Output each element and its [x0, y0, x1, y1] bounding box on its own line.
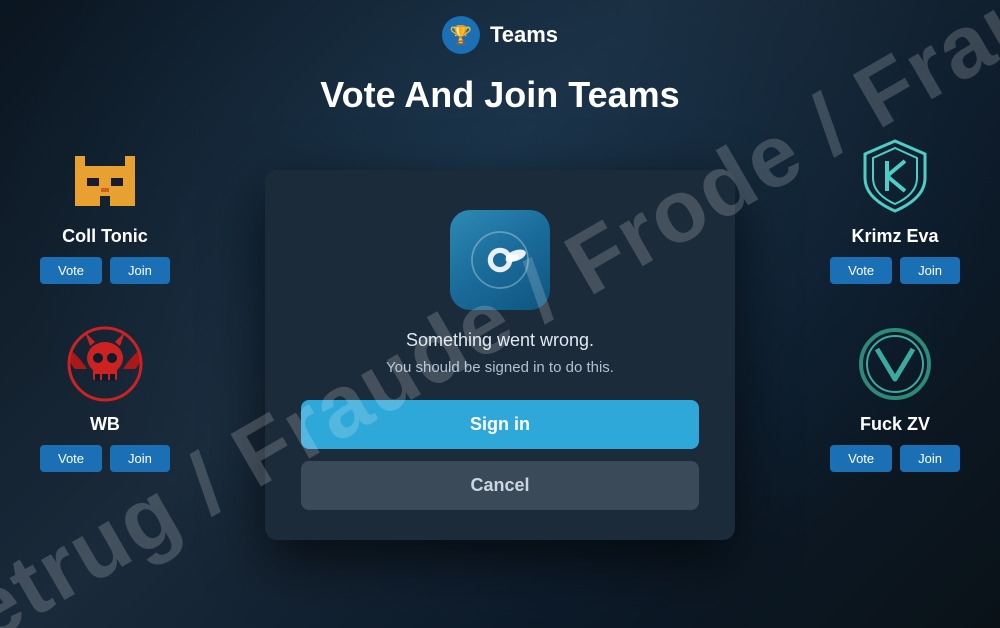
header: 🏆 Teams	[442, 16, 558, 54]
coll-tonic-name: Coll Tonic	[62, 226, 148, 247]
krimz-eva-buttons: Vote Join	[830, 257, 960, 284]
krimz-eva-join-button[interactable]: Join	[900, 257, 960, 284]
coll-tonic-logo	[65, 136, 145, 216]
modal-error-sub: You should be signed in to do this.	[386, 359, 614, 376]
coll-tonic-vote-button[interactable]: Vote	[40, 257, 102, 284]
krimz-eva-logo	[855, 136, 935, 216]
trophy-icon: 🏆	[442, 16, 480, 54]
trophy-emoji: 🏆	[450, 25, 472, 46]
wb-join-button[interactable]: Join	[110, 445, 170, 472]
header-title: Teams	[490, 22, 558, 48]
team-card-wb: WB Vote Join	[40, 324, 170, 472]
wb-logo	[65, 324, 145, 404]
modal-error-title: Something went wrong.	[406, 330, 594, 351]
krimz-eva-vote-button[interactable]: Vote	[830, 257, 892, 284]
signin-modal: Something went wrong. You should be sign…	[265, 170, 735, 540]
page-title: Vote And Join Teams	[320, 74, 679, 116]
cancel-button[interactable]: Cancel	[301, 461, 699, 510]
wb-name: WB	[90, 414, 120, 435]
wb-buttons: Vote Join	[40, 445, 170, 472]
fuck-zv-join-button[interactable]: Join	[900, 445, 960, 472]
signin-button[interactable]: Sign in	[301, 400, 699, 449]
fuck-zv-buttons: Vote Join	[830, 445, 960, 472]
teams-right: Krimz Eva Vote Join Fuck ZV	[830, 136, 960, 472]
wb-vote-button[interactable]: Vote	[40, 445, 102, 472]
team-card-fuck-zv: Fuck ZV Vote Join	[830, 324, 960, 472]
fuck-zv-logo	[855, 324, 935, 404]
fuck-zv-vote-button[interactable]: Vote	[830, 445, 892, 472]
team-card-krimz-eva: Krimz Eva Vote Join	[830, 136, 960, 284]
team-card-coll-tonic: Coll Tonic Vote Join	[40, 136, 170, 284]
coll-tonic-buttons: Vote Join	[40, 257, 170, 284]
fuck-zv-name: Fuck ZV	[860, 414, 930, 435]
krimz-eva-name: Krimz Eva	[852, 226, 939, 247]
teams-left: Coll Tonic Vote Join	[40, 136, 170, 472]
steam-icon	[450, 210, 550, 310]
coll-tonic-join-button[interactable]: Join	[110, 257, 170, 284]
